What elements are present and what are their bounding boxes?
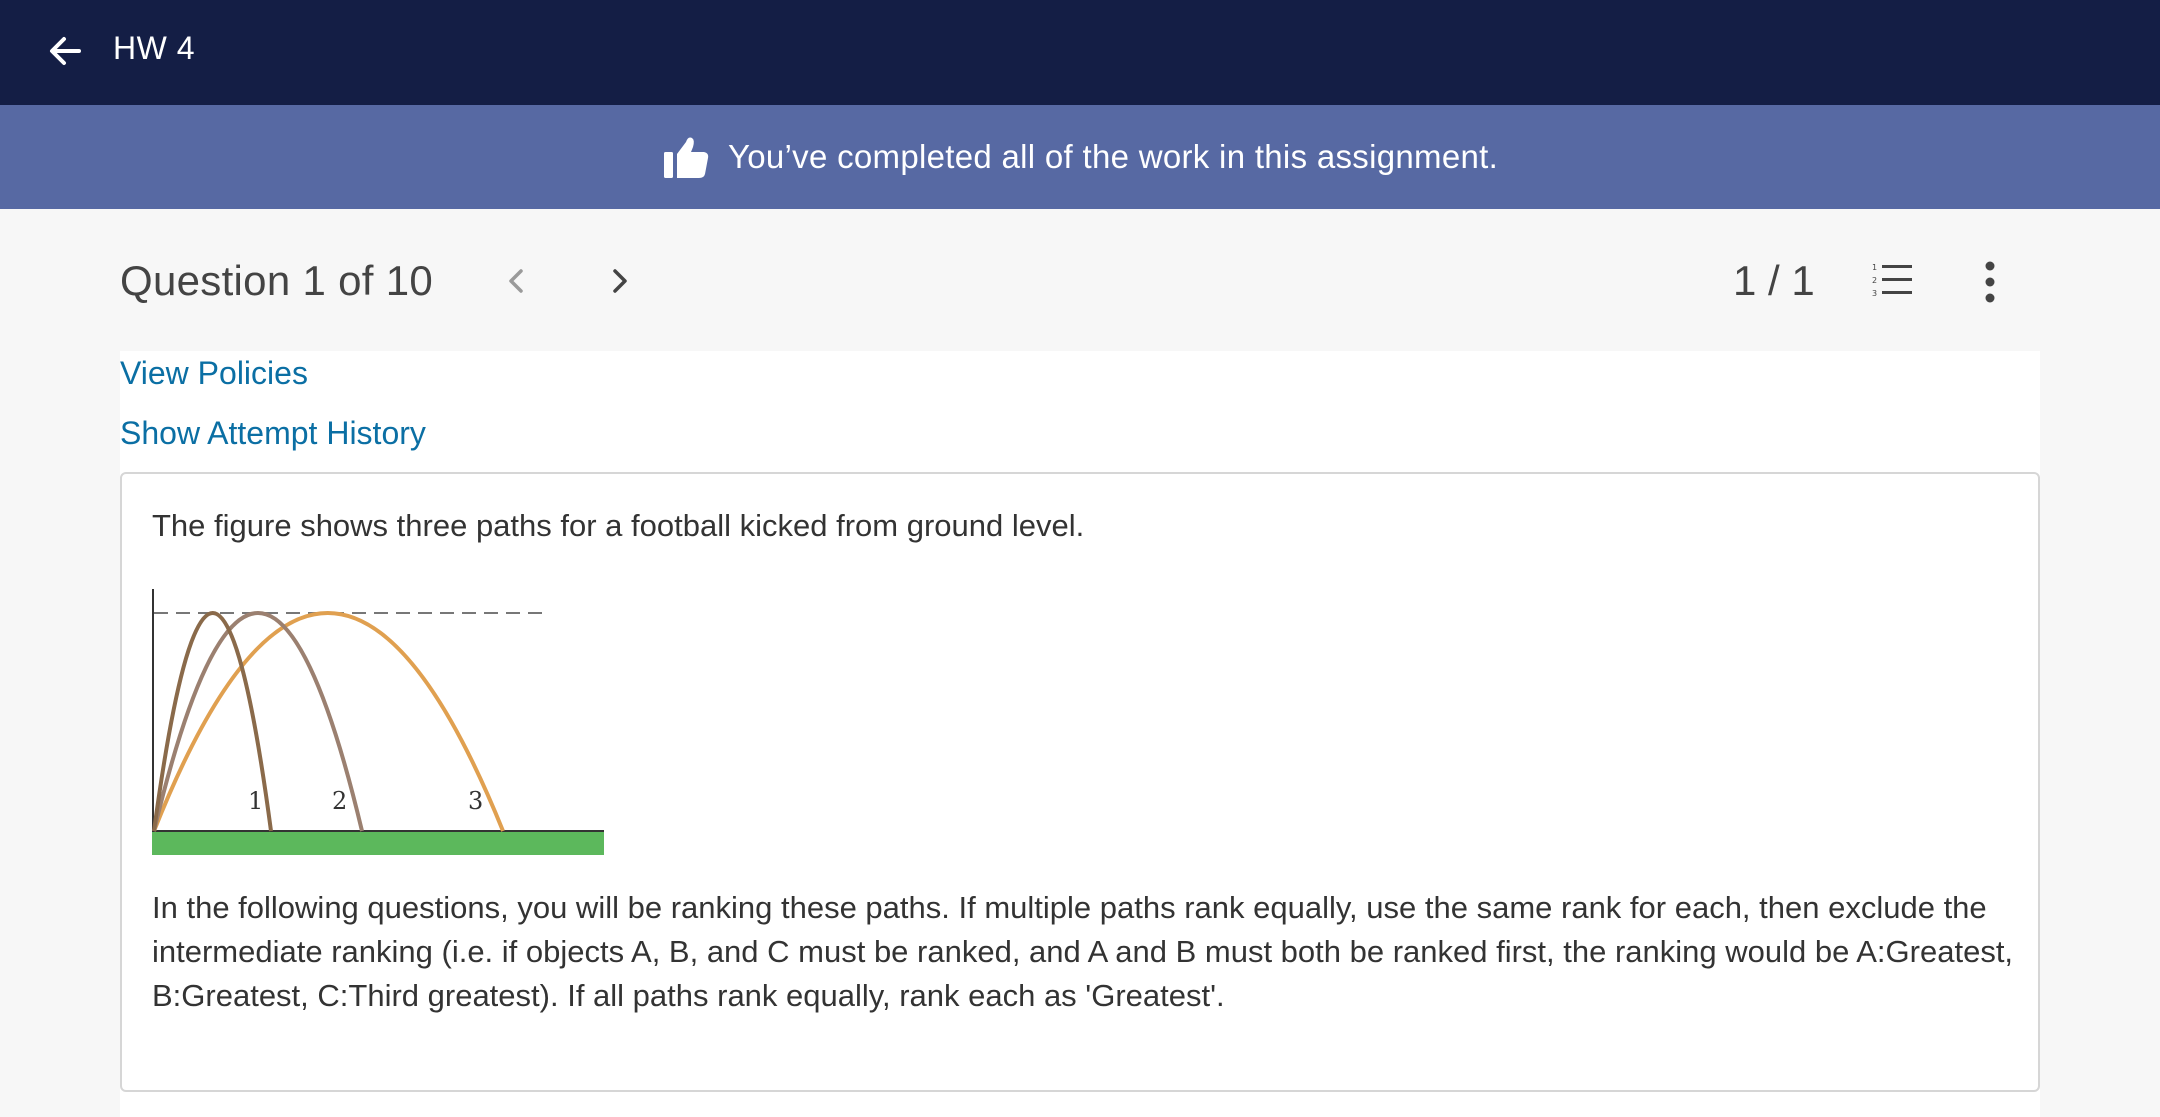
completion-message: You’ve completed all of the work in this… xyxy=(727,138,1499,175)
svg-text:2: 2 xyxy=(1872,276,1877,285)
trajectory-figure: 1 2 3 xyxy=(152,589,604,855)
previous-question-button[interactable] xyxy=(498,261,534,301)
question-intro: The figure shows three paths for a footb… xyxy=(152,508,1085,543)
path-1-label: 1 xyxy=(248,787,263,815)
numbered-list-icon: 1 2 3 xyxy=(1872,263,1912,298)
path-3-label: 3 xyxy=(468,787,483,815)
path-3-curve xyxy=(152,611,505,832)
more-options-button[interactable] xyxy=(1975,259,2005,305)
completion-banner: You’ve completed all of the work in this… xyxy=(0,105,2160,209)
chevron-left-icon xyxy=(509,269,523,293)
ground-strip xyxy=(152,831,604,855)
ranking-instructions: In the following questions, you will be … xyxy=(152,890,2014,1013)
show-attempt-history-link[interactable]: Show Attempt History xyxy=(120,415,426,452)
next-question-button[interactable] xyxy=(602,261,638,301)
thumbs-up-icon xyxy=(663,137,709,178)
arrow-left-icon xyxy=(50,37,81,65)
chevron-right-icon xyxy=(613,269,627,293)
question-list-button[interactable]: 1 2 3 xyxy=(1870,261,1916,301)
question-header: Question 1 of 10 1 / 1 1 2 3 xyxy=(0,209,2160,351)
path-2-label: 2 xyxy=(332,787,347,815)
question-score: 1 / 1 xyxy=(1733,257,1815,304)
question-box: The figure shows three paths for a footb… xyxy=(120,472,2040,1092)
back-button[interactable] xyxy=(40,26,90,76)
svg-text:3: 3 xyxy=(1872,289,1877,298)
top-bar: HW 4 xyxy=(0,0,2160,105)
svg-text:1: 1 xyxy=(1872,263,1877,272)
view-policies-link[interactable]: View Policies xyxy=(120,355,308,392)
assignment-title: HW 4 xyxy=(113,30,195,66)
more-vertical-icon xyxy=(1985,261,1995,303)
question-content: View Policies Show Attempt History The f… xyxy=(120,351,2040,1117)
question-title: Question 1 of 10 xyxy=(120,257,434,304)
